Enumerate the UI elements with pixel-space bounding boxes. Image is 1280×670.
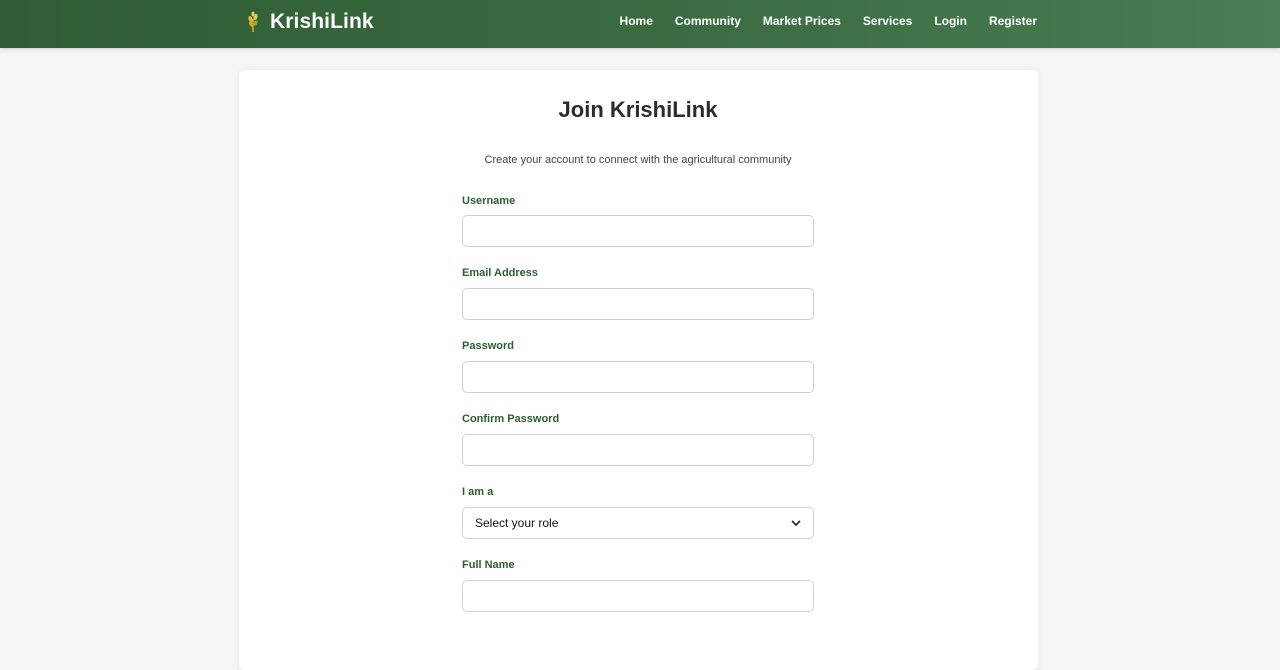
nav-register-link[interactable]: Register: [989, 14, 1037, 28]
nav-services-link[interactable]: Services: [863, 14, 912, 28]
role-label: I am a: [462, 486, 494, 498]
confirm-password-input[interactable]: [462, 434, 814, 466]
nav-links: Home Community Market Prices Services Lo…: [598, 14, 1037, 28]
chevron-down-icon: [791, 520, 801, 527]
nav-home-link[interactable]: Home: [620, 14, 653, 28]
brand-logo-link[interactable]: KrishiLink: [244, 9, 374, 35]
nav-login-link[interactable]: Login: [934, 14, 967, 28]
brand-name: KrishiLink: [270, 10, 374, 33]
username-input[interactable]: [462, 215, 814, 247]
top-navbar: KrishiLink Home Community Market Prices …: [0, 0, 1280, 48]
confirm-password-label: Confirm Password: [462, 413, 560, 425]
password-input[interactable]: [462, 361, 814, 393]
page-subtitle: Create your account to connect with the …: [484, 154, 792, 166]
wheat-icon: [248, 11, 258, 32]
role-select[interactable]: Select your role: [462, 507, 814, 539]
nav-market-prices-link[interactable]: Market Prices: [763, 14, 841, 28]
page-title: Join KrishiLink: [558, 97, 718, 122]
password-label: Password: [462, 340, 514, 352]
nav-community-link[interactable]: Community: [675, 14, 741, 28]
email-input[interactable]: [462, 288, 814, 320]
username-label: Username: [462, 195, 516, 207]
role-select-value: Select your role: [475, 516, 559, 530]
full-name-label: Full Name: [462, 559, 515, 571]
email-label: Email Address: [462, 267, 539, 279]
full-name-input[interactable]: [462, 580, 814, 612]
